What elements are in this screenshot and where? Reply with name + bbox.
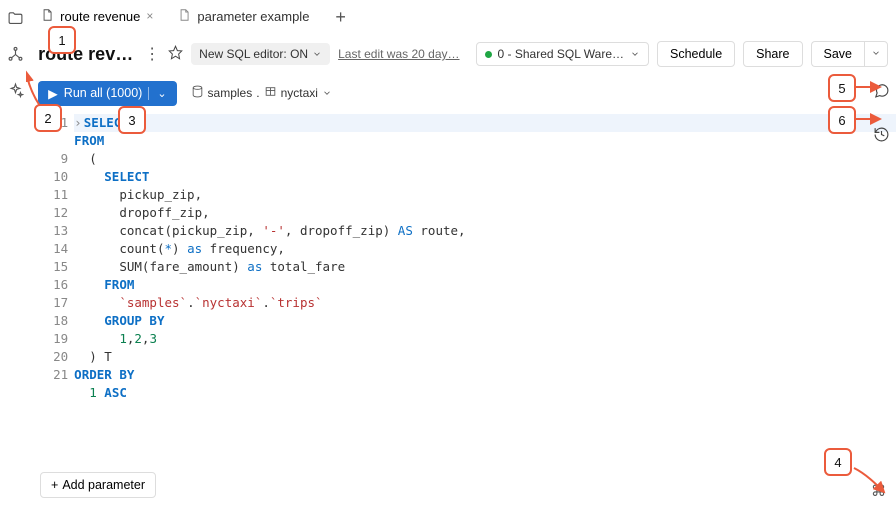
tab-label: route revenue <box>60 9 140 24</box>
toolbar-row: ▶ Run all (1000) ⌄ samples . nyctaxi <box>30 74 896 112</box>
database-icon <box>191 85 204 101</box>
last-edit-link[interactable]: Last edit was 20 day… <box>338 47 459 61</box>
history-icon[interactable] <box>873 126 890 146</box>
close-icon[interactable]: × <box>146 9 153 23</box>
sql-editor[interactable]: 1 9 10 11 12 13 14 15 16 17 18 19 20 21 <box>30 112 896 512</box>
schedule-button[interactable]: Schedule <box>657 41 735 67</box>
share-button[interactable]: Share <box>743 41 802 67</box>
chevron-down-icon <box>630 49 640 59</box>
save-button[interactable]: Save <box>811 41 865 67</box>
chevron-down-icon <box>322 88 332 98</box>
status-dot-green-icon <box>485 51 492 58</box>
chevron-down-icon <box>312 49 322 59</box>
keyboard-shortcuts-icon[interactable]: ⌘ <box>871 482 886 500</box>
tab-label: parameter example <box>197 9 309 24</box>
header-row: route reve… ⋮ New SQL editor: ON Last ed… <box>30 34 896 74</box>
tabs-row: route revenue × parameter example + <box>30 0 896 34</box>
chevron-down-icon <box>871 48 881 58</box>
fold-icon[interactable]: › <box>74 115 82 130</box>
kebab-menu[interactable]: ⋮ <box>144 44 160 64</box>
warehouse-selector[interactable]: 0 - Shared SQL Ware… <box>476 42 650 66</box>
save-dropdown-button[interactable] <box>864 41 888 67</box>
run-all-button[interactable]: ▶ Run all (1000) ⌄ <box>38 81 176 106</box>
bottom-left: + Add parameter <box>40 472 156 498</box>
plus-icon: + <box>51 478 58 492</box>
schema-outline-icon[interactable] <box>7 46 24 66</box>
new-sql-editor-toggle[interactable]: New SQL editor: ON <box>191 43 330 65</box>
catalog-context-selector[interactable]: samples . nyctaxi <box>191 85 332 101</box>
code-body[interactable]: ›SELECT FROM ( SELECT pickup_zip, dropof… <box>74 114 896 512</box>
table-icon <box>264 85 277 101</box>
page-title: route reve… <box>38 44 136 65</box>
save-button-group: Save <box>811 41 889 67</box>
main-area: route revenue × parameter example + rout… <box>30 0 896 512</box>
left-rail <box>0 0 30 512</box>
tab-route-revenue[interactable]: route revenue × <box>30 4 163 31</box>
sql-file-icon <box>40 8 54 25</box>
play-icon: ▶ <box>48 86 58 101</box>
sparkle-icon[interactable] <box>7 82 24 102</box>
sql-file-icon <box>177 8 191 25</box>
add-parameter-button[interactable]: + Add parameter <box>40 472 156 498</box>
add-tab-button[interactable]: + <box>323 7 358 28</box>
editor-wrap: 1 9 10 11 12 13 14 15 16 17 18 19 20 21 <box>30 112 896 512</box>
comments-icon[interactable] <box>873 82 890 102</box>
tab-parameter-example[interactable]: parameter example <box>167 4 319 31</box>
right-rail <box>873 82 890 146</box>
favorite-star-icon[interactable] <box>168 45 183 63</box>
chevron-down-icon[interactable]: ⌄ <box>148 87 166 100</box>
line-gutter: 1 9 10 11 12 13 14 15 16 17 18 19 20 21 <box>30 114 74 512</box>
folder-icon[interactable] <box>7 10 24 30</box>
